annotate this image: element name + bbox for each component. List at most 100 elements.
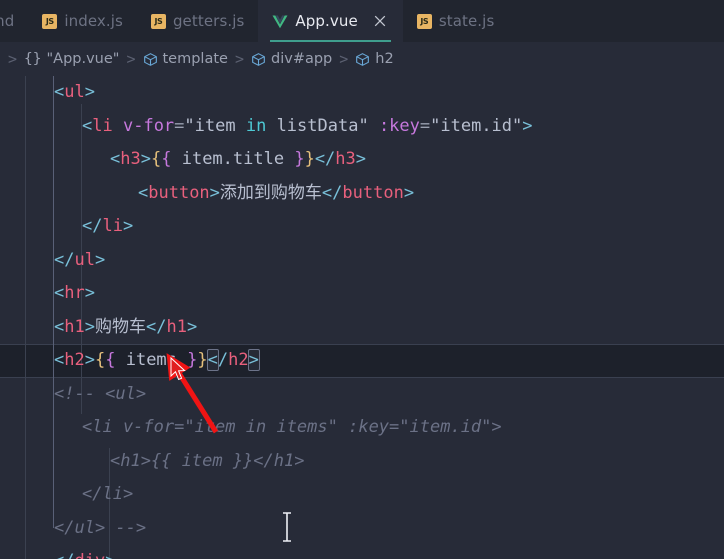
- code-line-content: <!-- <ul>: [0, 384, 146, 404]
- code-line[interactable]: <button>添加到购物车</button>: [0, 177, 724, 211]
- code-line-content: <h1>{{ item }}</h1>: [0, 451, 304, 471]
- code-token: v-for: [122, 115, 175, 136]
- code-line-content: <li v-for="item in items" :key="item.id"…: [0, 417, 502, 437]
- code-line-content: </ul>: [0, 250, 105, 270]
- code-line[interactable]: </ul>: [0, 244, 724, 278]
- tab-label: md: [0, 12, 15, 30]
- code-token: :key: [378, 115, 420, 136]
- code-line[interactable]: <li v-for="item in items" :key="item.id"…: [0, 411, 724, 445]
- code-token: >: [522, 115, 533, 136]
- code-token: div: [74, 551, 105, 559]
- code-line[interactable]: <h3>{{ item.title }}</h3>: [0, 143, 724, 177]
- cube-icon: [143, 52, 157, 66]
- code-token: >: [105, 551, 115, 559]
- tab-label: App.vue: [295, 12, 358, 30]
- editor-tab-index-js[interactable]: JS index.js: [28, 0, 137, 42]
- editor-tab-md[interactable]: md: [0, 0, 29, 42]
- code-line-content: <hr>: [0, 283, 95, 303]
- editor-tab-bar: md JS index.js JS getters.js App.vue JS state.j…: [0, 0, 724, 42]
- breadcrumb-item-template[interactable]: template: [140, 50, 231, 68]
- code-line-content: </li>: [0, 484, 133, 504]
- code-token: </: [145, 316, 167, 337]
- code-token: ul: [74, 249, 95, 270]
- code-token: hr: [64, 283, 85, 303]
- js-file-icon: JS: [42, 13, 58, 29]
- code-token: <!-- <ul>: [54, 383, 147, 404]
- code-token: h2: [228, 350, 249, 370]
- code-line-content: <h2>{{ items }}</h2>: [0, 349, 260, 371]
- code-editor[interactable]: <ul> <li v-for="item in listData" :key="i…: [0, 76, 724, 559]
- breadcrumb-item-label: template: [162, 51, 228, 67]
- braces-icon: {}: [24, 51, 42, 67]
- code-token: 添加到购物车: [219, 182, 322, 203]
- code-line[interactable]: <li v-for="item in listData" :key="item.…: [0, 110, 724, 144]
- code-line-content: <h1>购物车</h1>: [0, 317, 197, 337]
- code-token: <: [54, 316, 65, 337]
- code-line-content: <ul>: [0, 82, 95, 102]
- js-file-icon: JS: [150, 13, 166, 29]
- code-line-content: <li v-for="item in listData" :key="item.…: [0, 116, 533, 136]
- code-token: <: [54, 283, 65, 303]
- code-token: >: [355, 149, 367, 169]
- breadcrumb-item-label: "App.vue": [46, 51, 120, 67]
- code-token: listData": [266, 115, 369, 136]
- code-line[interactable]: <ul>: [0, 76, 724, 110]
- code-line[interactable]: <hr>: [0, 277, 724, 311]
- breadcrumb-item-h2[interactable]: h2: [352, 50, 396, 68]
- editor-tab-app-vue[interactable]: App.vue: [258, 0, 403, 42]
- code-token: }: [187, 350, 198, 370]
- code-token: </: [82, 216, 103, 236]
- code-token: }: [197, 350, 208, 370]
- breadcrumb-item-div#app[interactable]: div#app: [248, 50, 335, 68]
- breadcrumb-item-label: h2: [375, 51, 394, 67]
- code-token: {: [94, 350, 106, 370]
- tab-close-icon[interactable]: [371, 12, 389, 30]
- code-token: >: [84, 350, 95, 370]
- code-token: >: [94, 249, 106, 270]
- code-line[interactable]: <h1>购物车</h1>: [0, 311, 724, 345]
- code-token: >: [122, 216, 134, 236]
- code-token: {: [150, 149, 162, 169]
- code-line-content: <button>添加到购物车</button>: [0, 183, 414, 203]
- code-token: >: [186, 316, 198, 337]
- tab-label: index.js: [64, 12, 123, 30]
- code-token: <: [110, 149, 121, 169]
- code-token: {: [161, 149, 172, 169]
- editor-tab-state-js[interactable]: JS state.js: [402, 0, 509, 42]
- code-token: </li>: [82, 484, 134, 504]
- code-line[interactable]: <!-- <ul>: [0, 378, 724, 412]
- tab-label: state.js: [438, 12, 495, 30]
- code-token: <: [54, 82, 65, 102]
- code-token: <: [82, 115, 93, 136]
- code-token: h1: [64, 316, 85, 337]
- cube-icon: [356, 52, 370, 66]
- editor-tab-getters-js[interactable]: JS getters.js: [136, 0, 259, 42]
- code-token: /: [217, 350, 229, 370]
- code-token: =: [174, 115, 185, 136]
- code-token: </: [321, 182, 343, 203]
- breadcrumb-item-label: div#app: [271, 51, 333, 67]
- breadcrumb-separator: >: [8, 50, 18, 68]
- code-token: button: [342, 182, 404, 203]
- breadcrumb-separator: >: [126, 50, 136, 68]
- breadcrumb-separator: >: [339, 50, 349, 68]
- code-token: ul: [64, 82, 85, 102]
- code-token: "item.id": [430, 115, 523, 136]
- breadcrumb-item-appvue[interactable]: {} "App.vue": [21, 50, 122, 68]
- code-token: >: [403, 182, 415, 203]
- code-token: }: [294, 149, 305, 169]
- code-token: li: [92, 115, 113, 136]
- code-token: <: [206, 349, 219, 371]
- code-token: 购物车: [94, 316, 146, 337]
- code-line[interactable]: <h2>{{ items }}</h2>: [0, 344, 724, 378]
- code-line-content: </li>: [0, 216, 133, 236]
- code-token: <: [138, 182, 149, 203]
- code-line-content: </div>: [0, 551, 115, 559]
- code-token: <h1>{{ item }}</h1>: [110, 450, 305, 471]
- cube-icon: [252, 52, 265, 66]
- tab-label: getters.js: [172, 12, 245, 30]
- code-token: items: [115, 350, 188, 370]
- code-line[interactable]: </li>: [0, 210, 724, 244]
- code-token: in: [245, 115, 267, 136]
